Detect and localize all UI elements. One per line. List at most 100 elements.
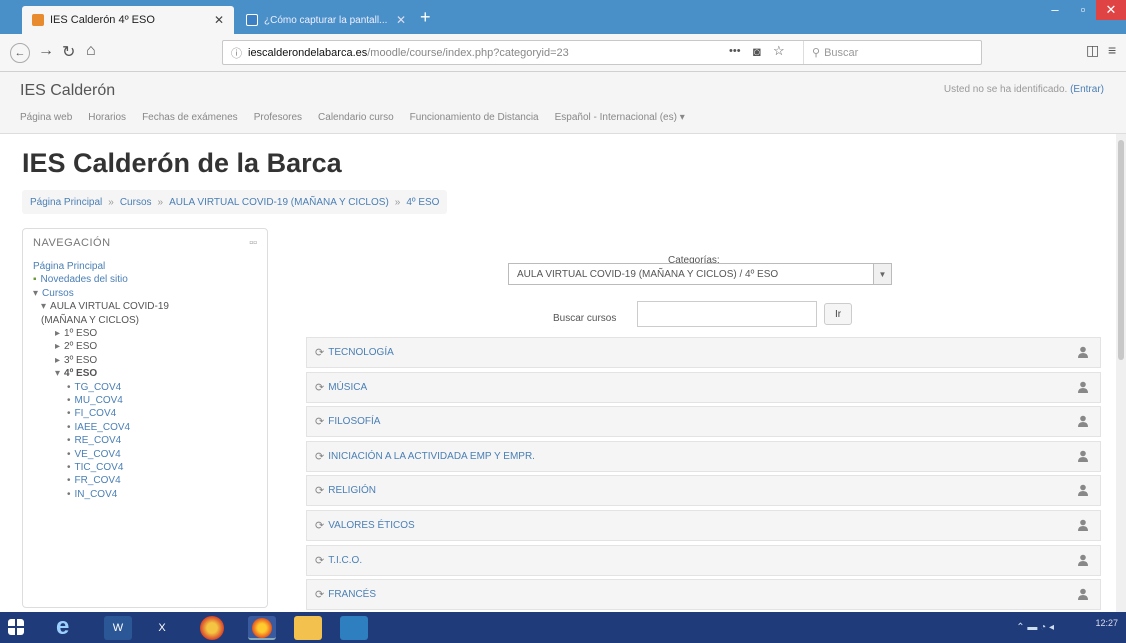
tree-marker-icon: • [67,421,71,433]
guest-access-icon [1078,415,1088,428]
course-expand-icon[interactable]: ⟳ [315,588,324,601]
menu-item-horarios[interactable]: Horarios [88,112,126,123]
course-row[interactable]: ⟳ INICIACIÓN A LA ACTIVIDADA EMP Y EMPR. [306,440,1101,472]
nav-tree-item[interactable]: • FI_COV4 [67,408,116,419]
tree-marker-icon: • [67,488,71,500]
tray-icons[interactable]: ⌃ ▬ ◔ ◂ [1016,622,1054,633]
nav-tree-item[interactable]: • RE_COV4 [67,435,121,446]
course-row[interactable]: ⟳ VALORES ÉTICOS [306,510,1101,541]
nav-tree-item[interactable]: ▾ AULA VIRTUAL COVID-19 [41,301,169,312]
course-name[interactable]: FRANCÉS [328,589,376,600]
nav-tree-label: TIC_COV4 [74,462,124,473]
bookmark-star-icon[interactable]: ☆ [773,43,785,59]
menu-item-calendario[interactable]: Calendario curso [318,112,394,123]
nav-tree-item[interactable]: • TG_COV4 [67,382,121,393]
course-expand-icon[interactable]: ⟳ [315,450,324,463]
page-actions-icon[interactable]: ••• [729,45,741,57]
windows-start-icon[interactable] [8,619,24,635]
nav-tree-item[interactable]: ▸ 2º ESO [55,341,97,352]
course-row[interactable]: ⟳ TECNOLOGÍA [306,337,1101,368]
nav-tree-item[interactable]: • FR_COV4 [67,475,121,486]
home-icon[interactable]: ⌂ [86,42,96,60]
course-row[interactable]: ⟳ FRANCÉS [306,579,1101,611]
nav-tree-item[interactable]: • MU_COV4 [67,395,123,406]
maximize-icon[interactable]: ▫ [1068,0,1098,20]
menu-item-funcionamiento[interactable]: Funcionamiento de Distancia [410,112,539,123]
course-name[interactable]: T.I.C.O. [328,555,362,566]
course-row[interactable]: ⟳ RELIGIÓN [306,475,1101,507]
menu-item-profesores[interactable]: Profesores [254,112,302,123]
taskbar-clock[interactable]: 12:27 [1095,618,1118,628]
nav-tree-item[interactable]: • VE_COV4 [67,449,121,460]
search-courses-input[interactable] [637,301,817,327]
word-icon[interactable]: W [104,616,132,640]
menu-item-pagina-web[interactable]: Página web [20,112,72,123]
course-name[interactable]: TECNOLOGÍA [328,347,394,358]
course-row[interactable]: ⟳ MÚSICA [306,371,1101,403]
course-name[interactable]: INICIACIÓN A LA ACTIVIDADA EMP Y EMPR. [328,451,535,462]
breadcrumb-home[interactable]: Página Principal [30,197,102,208]
course-expand-icon[interactable]: ⟳ [315,484,324,497]
nav-tree-item[interactable]: Página Principal [33,261,105,272]
nav-tree-item[interactable]: • IAEE_COV4 [67,422,130,433]
course-row[interactable]: ⟳ FILOSOFÍA [306,406,1101,438]
course-name[interactable]: RELIGIÓN [328,485,376,496]
breadcrumb-separator: » [394,196,401,208]
course-expand-icon[interactable]: ⟳ [315,381,324,394]
info-icon[interactable]: ⓘ [231,45,242,61]
nav-tree-item[interactable]: • IN_COV4 [67,489,117,500]
new-tab-icon[interactable]: + [420,7,431,28]
reload-icon[interactable]: ↻ [62,42,75,62]
nav-tree-item[interactable]: ▸ 1º ESO [55,328,97,339]
guest-access-icon [1078,381,1088,393]
course-expand-icon[interactable]: ⟳ [315,346,324,359]
search-placeholder: Buscar [824,46,859,59]
nav-tree-item[interactable]: ▾ Cursos [33,288,74,299]
menu-item-fechas-examenes[interactable]: Fechas de exámenes [142,112,238,123]
dock-block-icon[interactable]: ▫▫ [249,237,257,249]
edge-browser-icon[interactable]: e [56,615,84,640]
url-bar[interactable]: ⓘ iescalderondelabarca.es /moodle/course… [222,40,982,65]
tab-ies-calderon[interactable]: IES Calderón 4º ESO ✕ [22,6,234,34]
pocket-icon[interactable]: ◙ [753,44,761,59]
firefox-icon[interactable] [248,616,276,640]
close-window-icon[interactable]: ✕ [1096,0,1126,20]
nav-tree-item[interactable]: (MAÑANA Y CICLOS) [41,315,139,326]
nav-tree-item[interactable]: ▪ Novedades del sitio [33,274,128,285]
nav-tree-item[interactable]: • TIC_COV4 [67,462,123,473]
breadcrumb-4eso[interactable]: 4º ESO [406,197,439,208]
category-select[interactable]: AULA VIRTUAL COVID-19 (MAÑANA Y CICLOS) … [508,263,892,285]
minimize-icon[interactable]: – [1040,0,1070,20]
nav-tree-item[interactable]: ▾ 4º ESO [55,368,97,379]
forward-icon[interactable]: → [38,42,54,60]
excel-icon[interactable]: X [148,616,176,640]
language-menu[interactable]: Español - Internacional (es) ▾ [555,112,685,123]
course-expand-icon[interactable]: ⟳ [315,554,324,567]
chrome-icon[interactable] [200,616,224,640]
scrollbar-thumb[interactable] [1118,140,1124,360]
file-explorer-icon[interactable] [294,616,322,640]
tree-marker-icon: ▪ [33,274,37,286]
breadcrumb-cursos[interactable]: Cursos [120,197,152,208]
site-name[interactable]: IES Calderón [20,82,115,100]
snipping-tool-icon[interactable] [340,616,368,640]
chevron-down-icon[interactable]: ▼ [873,264,891,284]
menu-icon[interactable]: ≡ [1108,42,1116,58]
course-name[interactable]: VALORES ÉTICOS [328,520,415,531]
back-icon[interactable]: ← [10,43,30,63]
course-expand-icon[interactable]: ⟳ [315,519,324,532]
login-link[interactable]: (Entrar) [1070,84,1104,95]
course-name[interactable]: MÚSICA [328,382,367,393]
nav-tree-item[interactable]: ▸ 3º ESO [55,355,97,366]
close-tab-icon[interactable]: ✕ [396,13,406,27]
course-row[interactable]: ⟳ T.I.C.O. [306,544,1101,576]
guest-access-icon [1078,346,1088,358]
breadcrumb-aula-virtual[interactable]: AULA VIRTUAL COVID-19 (MAÑANA Y CICLOS) [169,197,389,208]
search-courses-button[interactable]: Ir [824,303,852,325]
search-box[interactable]: ⚲ Buscar [803,41,981,64]
course-expand-icon[interactable]: ⟳ [315,415,324,428]
course-name[interactable]: FILOSOFÍA [328,416,380,427]
sidebar-icon[interactable]: ◫ [1086,42,1099,59]
tab-capturar-pantalla[interactable]: ¿Cómo capturar la pantall... ✕ [236,6,416,34]
close-tab-icon[interactable]: ✕ [214,13,224,27]
